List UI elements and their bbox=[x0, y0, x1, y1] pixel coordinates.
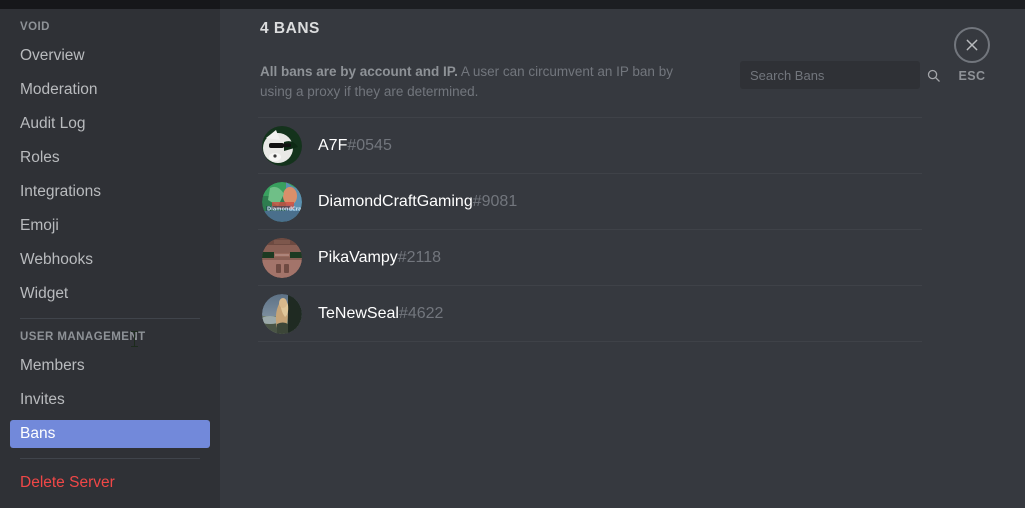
sidebar-item-bans[interactable]: Bans bbox=[10, 420, 210, 448]
ban-discriminator: #9081 bbox=[472, 192, 518, 210]
sidebar-item-invites[interactable]: Invites bbox=[10, 386, 210, 414]
sidebar-item-moderation[interactable]: Moderation bbox=[10, 76, 210, 104]
avatar bbox=[262, 237, 302, 278]
sidebar-item-label: Webhooks bbox=[20, 251, 93, 268]
ban-username: TeNewSeal bbox=[318, 304, 399, 322]
sidebar-item-label: Widget bbox=[20, 285, 69, 302]
sidebar-item-delete-server[interactable]: Delete Server bbox=[10, 469, 210, 497]
sidebar-item-emoji[interactable]: Emoji bbox=[10, 212, 210, 240]
search-input[interactable] bbox=[750, 67, 926, 83]
sidebar-item-label: Emoji bbox=[20, 217, 59, 234]
table-row[interactable]: A7F #0545 bbox=[258, 118, 922, 174]
search-icon bbox=[926, 68, 941, 83]
sidebar-item-label: Roles bbox=[20, 149, 60, 166]
sidebar-section-header-server: VOID bbox=[20, 21, 50, 33]
settings-sidebar: VOID Overview Moderation Audit Log Roles… bbox=[0, 0, 220, 508]
table-row[interactable]: TeNewSeal #4622 bbox=[258, 286, 922, 342]
sidebar-item-integrations[interactable]: Integrations bbox=[10, 178, 210, 206]
avatar: DiamondCrafts bbox=[262, 181, 302, 222]
sidebar-item-label: Members bbox=[20, 357, 85, 374]
table-row[interactable]: PikaVampy #2118 bbox=[258, 230, 922, 286]
sidebar-item-label: Audit Log bbox=[20, 115, 86, 132]
svg-text:DiamondCrafts: DiamondCrafts bbox=[267, 206, 302, 212]
sidebar-item-label: Bans bbox=[20, 425, 56, 442]
sidebar-item-audit-log[interactable]: Audit Log bbox=[10, 110, 210, 138]
sidebar-item-label: Integrations bbox=[20, 183, 101, 200]
sidebar-item-label: Overview bbox=[20, 47, 85, 64]
sidebar-item-roles[interactable]: Roles bbox=[10, 144, 210, 172]
avatar bbox=[262, 125, 302, 166]
sidebar-section-header-user-management: USER MANAGEMENT bbox=[20, 331, 146, 343]
table-row[interactable]: DiamondCrafts DiamondCraftGaming #9081 bbox=[258, 174, 922, 230]
bans-description-emphasis: All bans are by account and IP. bbox=[260, 64, 458, 79]
close-label: ESC bbox=[958, 69, 986, 83]
ban-username: PikaVampy bbox=[318, 248, 398, 266]
ban-discriminator: #4622 bbox=[398, 304, 444, 322]
close-icon bbox=[954, 27, 990, 63]
close-settings-button[interactable]: ESC bbox=[943, 27, 1001, 83]
ban-list: A7F #0545 DiamondCra DiamondCraftGaming … bbox=[258, 117, 922, 342]
sidebar-item-label: Invites bbox=[20, 391, 65, 408]
window-titlebar-left bbox=[0, 0, 220, 9]
sidebar-item-label: Moderation bbox=[20, 81, 98, 98]
bans-panel: 4 BANS All bans are by account and IP. A… bbox=[220, 9, 1025, 508]
sidebar-item-widget[interactable]: Widget bbox=[10, 280, 210, 308]
sidebar-item-members[interactable]: Members bbox=[10, 352, 210, 380]
window-titlebar bbox=[0, 0, 1025, 9]
ban-username: DiamondCraftGaming bbox=[318, 192, 473, 210]
ban-username: A7F bbox=[318, 136, 348, 154]
sidebar-item-webhooks[interactable]: Webhooks bbox=[10, 246, 210, 274]
ban-discriminator: #0545 bbox=[347, 136, 392, 154]
sidebar-item-overview[interactable]: Overview bbox=[10, 42, 210, 70]
bans-description: All bans are by account and IP. A user c… bbox=[260, 62, 708, 102]
sidebar-item-label: Delete Server bbox=[20, 474, 115, 491]
avatar bbox=[262, 293, 302, 334]
page-title: 4 BANS bbox=[260, 20, 320, 37]
sidebar-divider bbox=[20, 458, 200, 459]
search-bans-box[interactable] bbox=[740, 61, 940, 89]
server-settings-window: VOID Overview Moderation Audit Log Roles… bbox=[0, 0, 1025, 508]
sidebar-divider bbox=[20, 318, 200, 319]
ban-discriminator: #2118 bbox=[397, 248, 442, 266]
